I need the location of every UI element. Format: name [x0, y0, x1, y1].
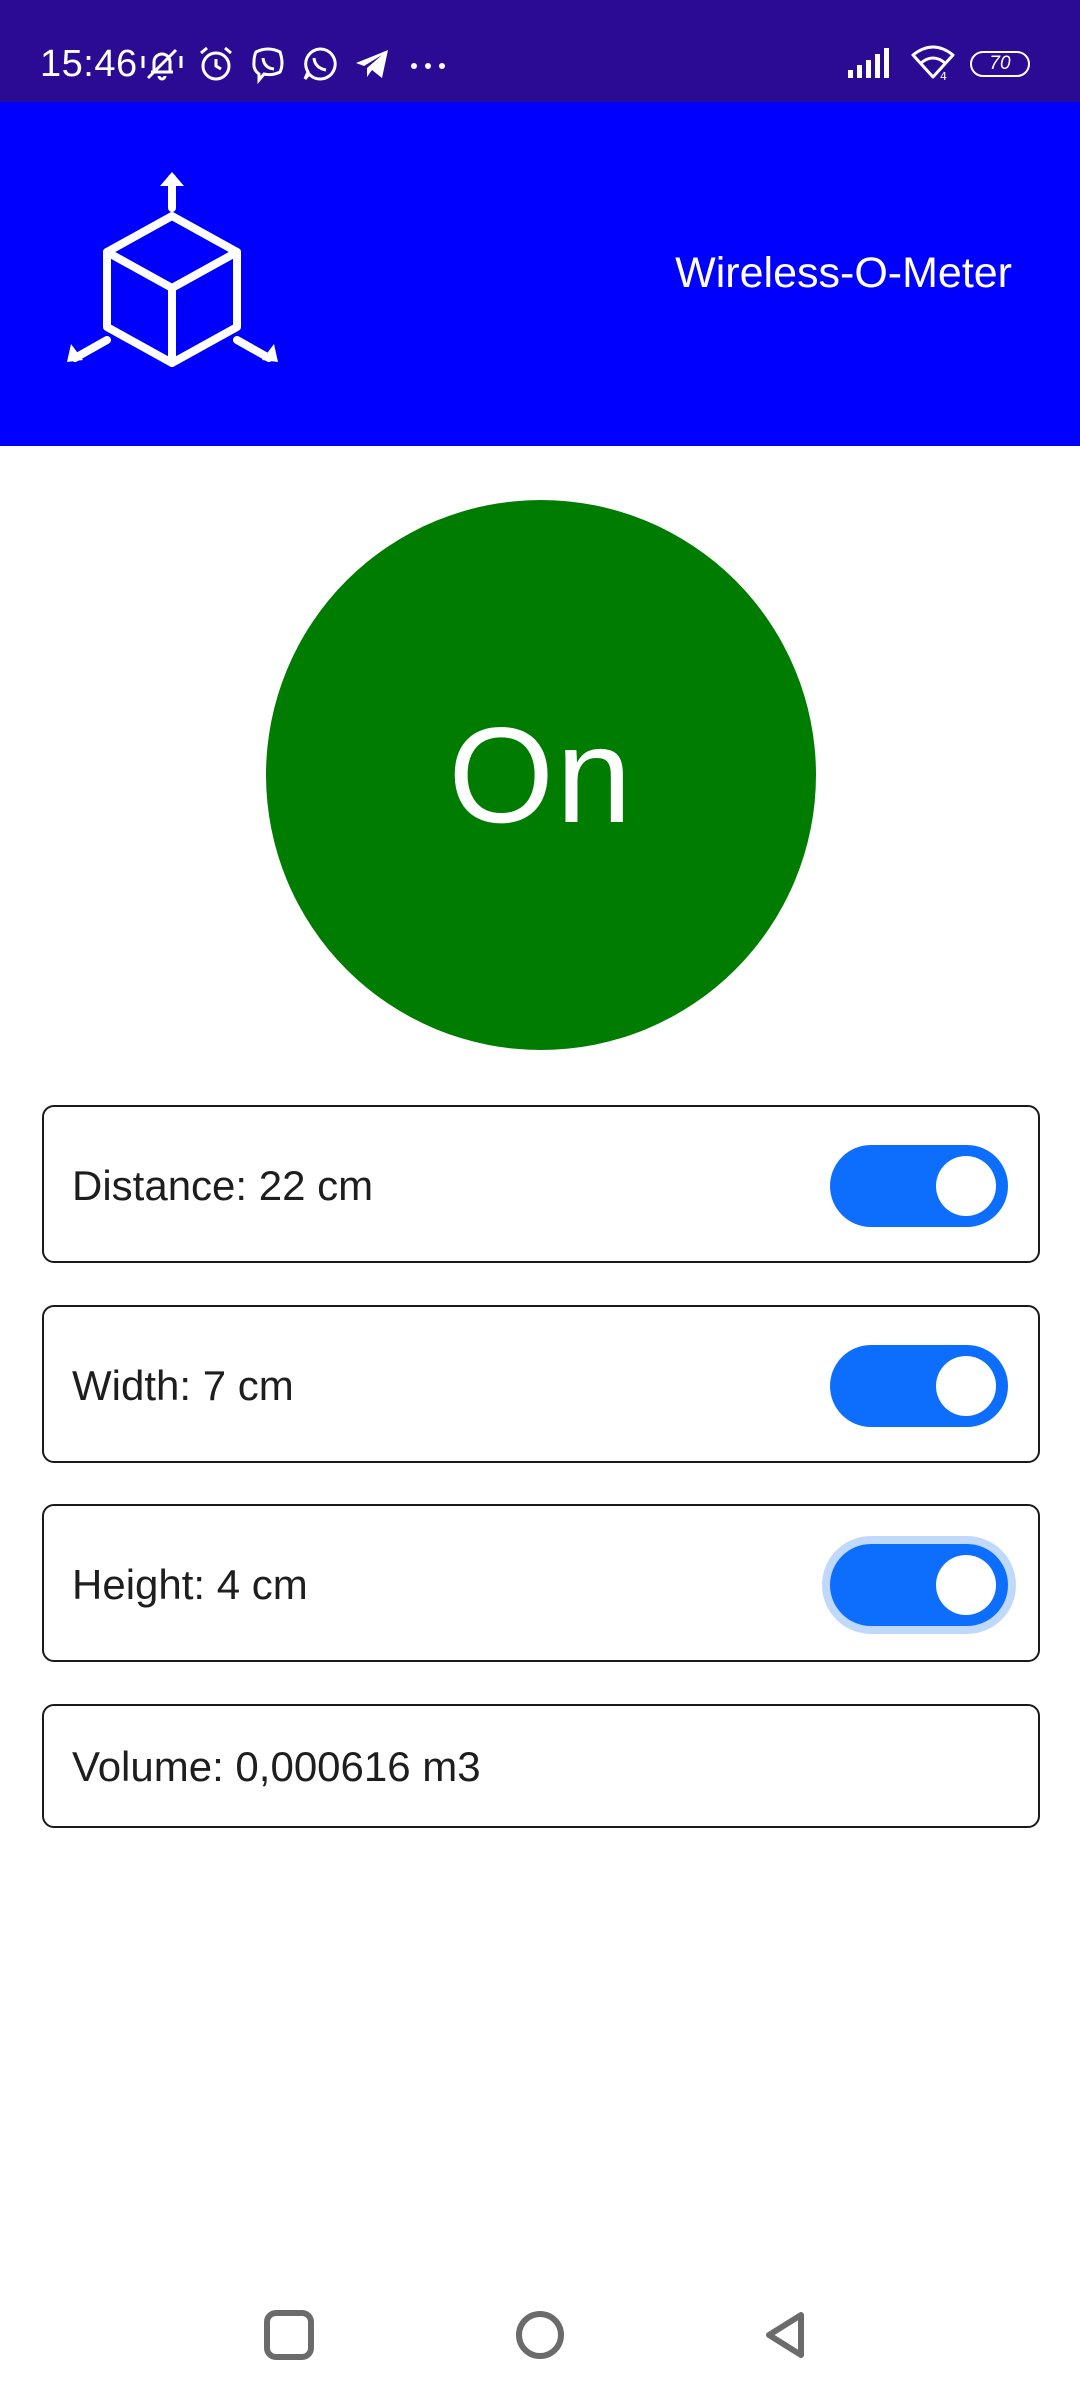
- height-toggle[interactable]: [830, 1544, 1008, 1626]
- toggle-knob: [936, 1156, 996, 1216]
- more-notifications-icon: [404, 44, 452, 84]
- status-bar: 15:46 4 70: [0, 0, 1080, 102]
- notification-icons: [140, 40, 452, 88]
- app-screen: 15:46 4 70 Wireless-O-Meter On Distance:…: [0, 0, 1080, 2400]
- width-card: Width: 7 cm: [42, 1305, 1040, 1463]
- toggle-knob: [936, 1356, 996, 1416]
- navigation-bar: [0, 2280, 1080, 2390]
- width-label: Width: 7 cm: [72, 1362, 294, 1409]
- power-button-label: On: [448, 699, 634, 851]
- height-label: Height: 4 cm: [72, 1561, 308, 1608]
- system-icons: 4 70: [846, 44, 1030, 84]
- alarm-icon: [196, 44, 236, 84]
- signal-icon: [846, 44, 896, 85]
- back-button[interactable]: [742, 2280, 832, 2390]
- battery-icon: 70: [970, 51, 1030, 77]
- battery-level: 70: [989, 53, 1011, 74]
- battery-body: 70: [970, 51, 1030, 77]
- recents-square-icon: [264, 2310, 314, 2360]
- height-card: Height: 4 cm: [42, 1504, 1040, 1662]
- home-button[interactable]: [495, 2280, 585, 2390]
- telegram-icon: [352, 44, 392, 84]
- home-circle-icon: [516, 2311, 564, 2359]
- status-time: 15:46: [40, 43, 138, 85]
- toggle-knob: [936, 1555, 996, 1615]
- app-bar: Wireless-O-Meter: [0, 102, 1080, 446]
- whatsapp-icon: [300, 44, 340, 84]
- volume-label: Volume: 0,000616 m3: [72, 1743, 481, 1790]
- recents-button[interactable]: [244, 2280, 334, 2390]
- svg-text:4: 4: [940, 70, 947, 81]
- wifi-icon: 4: [910, 43, 956, 86]
- power-toggle-button[interactable]: On: [266, 500, 816, 1050]
- distance-toggle[interactable]: [830, 1145, 1008, 1227]
- mute-vibrate-icon: [140, 44, 184, 84]
- volume-card: Volume: 0,000616 m3: [42, 1704, 1040, 1828]
- width-toggle[interactable]: [830, 1345, 1008, 1427]
- cube-axes-icon: [67, 172, 278, 367]
- distance-label: Distance: 22 cm: [72, 1162, 374, 1209]
- viber-icon: [248, 44, 288, 84]
- app-title: Wireless-O-Meter: [675, 249, 1012, 297]
- back-triangle-icon: [766, 2312, 804, 2358]
- distance-card: Distance: 22 cm: [42, 1105, 1040, 1263]
